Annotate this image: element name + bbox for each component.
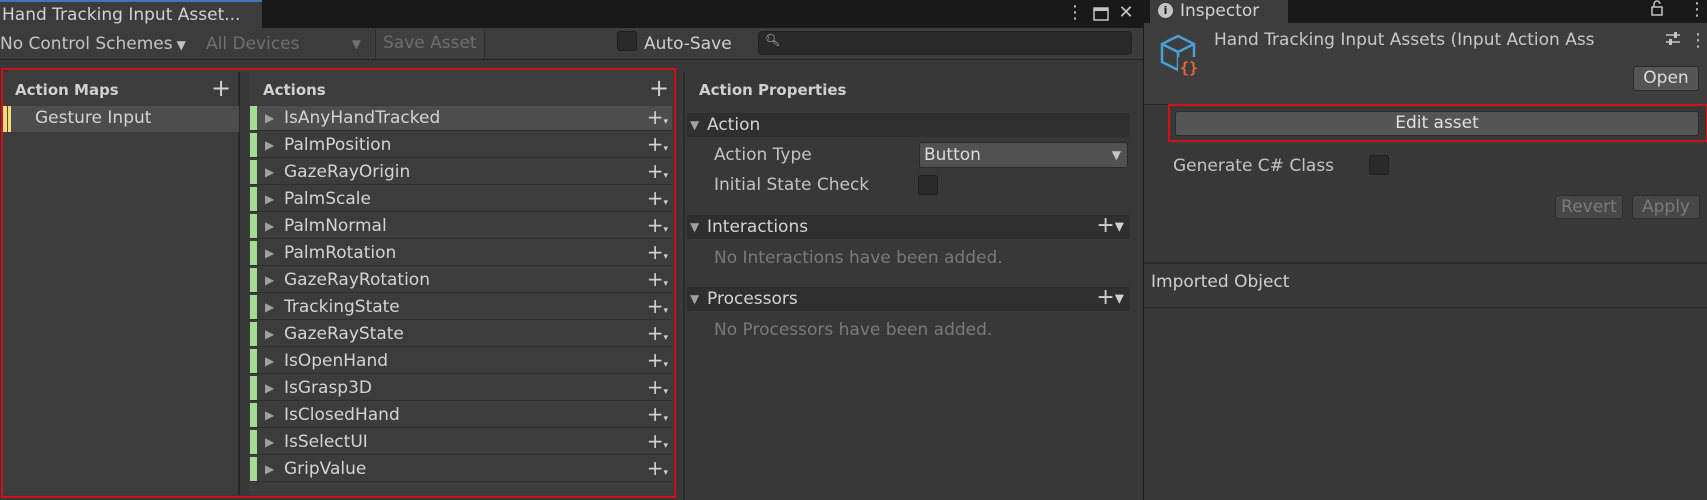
- generate-class-label: Generate C# Class: [1173, 156, 1335, 176]
- editor-tab-title: Hand Tracking Input Asset...: [2, 5, 241, 25]
- interactions-empty-text: No Interactions have been added.: [714, 248, 1003, 268]
- search-icon: 🔍︎: [765, 33, 781, 47]
- chevron-down-icon: ▼: [351, 37, 361, 51]
- asset-title: Hand Tracking Input Assets (Input Action…: [1214, 30, 1595, 50]
- auto-save-checkbox[interactable]: [617, 31, 637, 51]
- interactions-section-label: Interactions: [707, 217, 809, 237]
- input-action-asset-icon: {}: [1158, 33, 1204, 84]
- close-icon[interactable]: ✕: [1115, 2, 1137, 26]
- generate-class-checkbox[interactable]: [1369, 155, 1389, 175]
- lock-icon[interactable]: [1650, 0, 1664, 20]
- action-type-label: Action Type: [714, 145, 812, 165]
- divider: [1144, 262, 1707, 264]
- open-button[interactable]: Open: [1633, 66, 1699, 91]
- processors-empty-text: No Processors have been added.: [714, 320, 993, 340]
- interactions-section-header[interactable]: ▼ Interactions +▾: [687, 214, 1130, 239]
- divider: [1144, 307, 1707, 308]
- kebab-menu-icon[interactable]: ⋮: [1064, 2, 1086, 26]
- chevron-down-icon: ▼: [176, 38, 186, 52]
- action-properties-header: Action Properties: [699, 81, 847, 99]
- highlight-box: [1, 68, 676, 498]
- imported-object-header: Imported Object: [1151, 272, 1290, 292]
- action-type-dropdown[interactable]: Button ▼: [919, 142, 1128, 168]
- kebab-menu-icon[interactable]: ⋮: [1689, 30, 1707, 51]
- processors-section-label: Processors: [707, 289, 798, 309]
- input-actions-editor: Hand Tracking Input Asset... ⋮ ✕ No Cont…: [0, 0, 1143, 500]
- initial-state-check-checkbox[interactable]: [918, 175, 938, 195]
- action-section-header[interactable]: ▼ Action: [687, 113, 1130, 137]
- search-input[interactable]: 🔍︎: [758, 31, 1132, 55]
- chevron-down-icon: ▼: [1111, 148, 1121, 162]
- revert-button[interactable]: Revert: [1555, 195, 1623, 219]
- foldout-triangle-icon: ▼: [690, 220, 700, 234]
- edit-asset-button[interactable]: Edit asset: [1175, 111, 1699, 136]
- action-type-value: Button: [924, 145, 981, 165]
- maximize-icon[interactable]: [1090, 2, 1112, 26]
- info-icon: i: [1158, 3, 1173, 18]
- devices-dropdown[interactable]: All Devices ▼: [206, 31, 361, 57]
- processors-section-header[interactable]: ▼ Processors +▾: [687, 286, 1130, 311]
- inspector-tab[interactable]: i Inspector: [1150, 0, 1288, 23]
- add-processor-button[interactable]: +▾: [1096, 286, 1124, 311]
- auto-save-label: Auto-Save: [644, 34, 732, 54]
- control-schemes-label: No Control Schemes: [0, 34, 173, 54]
- foldout-triangle-icon: ▼: [690, 292, 700, 306]
- control-schemes-dropdown[interactable]: No Control Schemes ▼: [0, 31, 186, 57]
- foldout-triangle-icon: ▼: [690, 118, 700, 132]
- editor-tab[interactable]: Hand Tracking Input Asset...: [0, 0, 262, 28]
- svg-text:{}: {}: [1180, 59, 1198, 77]
- inspector-tab-title: Inspector: [1180, 1, 1260, 21]
- add-interaction-button[interactable]: +▾: [1096, 214, 1124, 239]
- settings-sliders-icon[interactable]: [1665, 30, 1681, 53]
- save-asset-button[interactable]: Save Asset: [375, 30, 485, 58]
- apply-button[interactable]: Apply: [1632, 195, 1700, 219]
- initial-state-check-label: Initial State Check: [714, 175, 870, 195]
- action-section-label: Action: [707, 115, 761, 135]
- kebab-menu-icon[interactable]: ⋮: [1688, 0, 1706, 20]
- devices-label: All Devices: [206, 34, 300, 54]
